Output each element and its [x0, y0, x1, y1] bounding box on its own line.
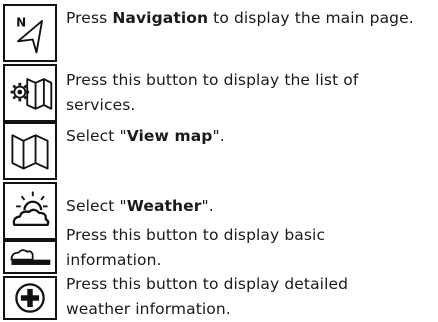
instruction-text: Press this button to display basic infor…	[66, 226, 326, 269]
instruction-text: Press this button to display detailed we…	[66, 275, 349, 318]
weather-sun-cloud-icon	[3, 182, 57, 240]
instruction-text: Select "View map".	[66, 127, 225, 145]
instruction-text: Press this button to display the list of…	[66, 71, 359, 114]
instruction-table: N Press Navigation to display the main p…	[0, 0, 438, 320]
services-map-settings-icon	[3, 64, 57, 122]
instruction-row-services: Press this button to display the list of…	[0, 62, 438, 122]
instruction-row-detailed-info: Press this button to display detailed we…	[0, 275, 438, 320]
map-icon	[3, 122, 57, 180]
instruction-text: Press Navigation to display the main pag…	[66, 9, 414, 27]
instruction-row-view-map: Select "View map".	[0, 122, 438, 182]
instruction-text: Select "Weather".	[66, 197, 214, 215]
instruction-row-navigation: N Press Navigation to display the main p…	[0, 0, 438, 62]
navigation-arrow-icon: N	[3, 4, 57, 62]
north-letter: N	[16, 16, 26, 30]
plus-circle-icon	[3, 276, 57, 320]
info-panel-toggle-icon	[3, 240, 57, 274]
instruction-row-basic-info: Press this button to display basic infor…	[0, 226, 438, 276]
